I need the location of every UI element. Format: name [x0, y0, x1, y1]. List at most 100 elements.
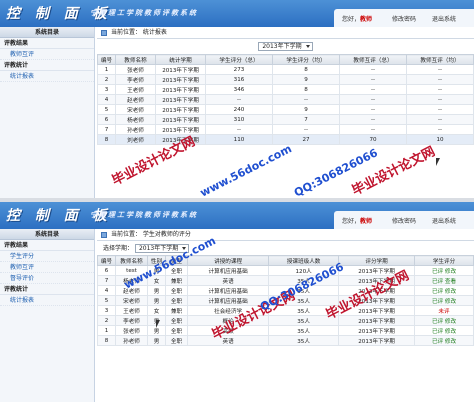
sidebar-item-supervisor[interactable]: 督导评价	[0, 273, 94, 284]
table-row: 8 孙老师男全职 英语 35人 2013年下学期 已评 修改	[97, 335, 474, 346]
col-id-2: 编号	[97, 255, 116, 266]
table-row: 2 李老师男全职 概论 35人 2013年下学期 已评 修改	[97, 315, 474, 326]
table-cell: 2	[97, 74, 116, 85]
sidebar-item-report[interactable]: 统计报表	[0, 71, 94, 82]
rated-action-link[interactable]: 已评 修改	[432, 269, 456, 275]
logout-link[interactable]: 退出系统	[432, 14, 456, 23]
table-cell: --	[406, 74, 474, 85]
select-label: 选择学期：	[103, 245, 134, 252]
table-cell: 7	[272, 114, 340, 125]
table-cell: 4	[97, 285, 116, 296]
sidebar-item-peer-review-2[interactable]: 教师互评	[0, 262, 94, 273]
table-cell: 3	[97, 84, 116, 95]
table-cell: 兼职	[165, 275, 188, 286]
app-header-2: 控 制 面 板 宁夏理工学院教师评教系统 您好，教师 修改密码 退出系统	[0, 202, 474, 229]
rated-action-link[interactable]: 已评 修改	[432, 299, 456, 305]
table-cell: --	[339, 84, 407, 95]
col-student-rating: 学生评分	[414, 255, 474, 266]
table-row: 3 王老师 2013年下学期 346 8 -- --	[97, 84, 474, 95]
table-cell: --	[205, 94, 273, 105]
rated-action-link[interactable]: 已评 查看	[432, 279, 456, 285]
table-row: 7 孙老师 2013年下学期 -- -- -- --	[97, 124, 474, 135]
sidebar-item-peer-review[interactable]: 教师互评	[0, 49, 94, 60]
rating-action[interactable]: 已评 修改	[414, 325, 474, 336]
rating-action[interactable]: 已评 修改	[414, 265, 474, 276]
table-cell: 9	[272, 74, 340, 85]
table-cell: --	[339, 64, 407, 75]
col-peer-total: 教师互评（总）	[339, 54, 407, 65]
sidebar-item-report-2[interactable]: 统计报表	[0, 295, 94, 306]
app-subtitle-2: 宁夏理工学院教师评教系统	[90, 211, 198, 219]
sidebar-item-student-rating[interactable]: 学生评分	[0, 251, 94, 262]
table-cell: 计算机应用基础	[186, 285, 270, 296]
table-cell: 王老师	[115, 305, 148, 316]
table-row: 1 张老师 2013年下学期 273 8 -- --	[97, 64, 474, 75]
table-cell: 1	[97, 64, 116, 75]
user-greeting: 您好，教师	[342, 16, 373, 23]
table-cell: 张老师	[115, 64, 156, 75]
table-cell: --	[272, 124, 340, 135]
table-cell: 2013年下学期	[338, 335, 416, 346]
table-row: 2 李老师 2013年下学期 316 9 -- --	[97, 74, 474, 85]
table-cell: --	[406, 94, 474, 105]
col-class-size: 授课班级人数	[268, 255, 340, 266]
sidebar-group-statistics: 评教统计	[0, 60, 94, 71]
table-cell: 5	[97, 104, 116, 115]
table-cell: --	[339, 114, 407, 125]
change-password-link-2[interactable]: 修改密码	[392, 216, 416, 225]
rating-action[interactable]: 已评 修改	[414, 295, 474, 306]
table-cell: 10	[406, 134, 474, 145]
table-cell: 7	[97, 275, 116, 286]
rating-action[interactable]: 已评 修改	[414, 315, 474, 326]
table-cell: 杨老师	[115, 114, 156, 125]
table-cell: 310	[205, 114, 273, 125]
rated-action-link[interactable]: 已评 修改	[432, 339, 456, 345]
not-rated-link[interactable]: 未评	[438, 309, 449, 315]
table-cell: --	[339, 94, 407, 105]
sidebar-group-results-2: 评教结果	[0, 240, 94, 251]
table-cell: 宋老师	[115, 295, 148, 306]
table-row: 4 赵老师 2013年下学期 -- -- -- --	[97, 94, 474, 105]
sidebar-group-statistics-2: 评教统计	[0, 284, 94, 295]
table-cell: 全职	[165, 325, 188, 336]
rating-action[interactable]: 已评 修改	[414, 335, 474, 346]
table-cell: 全职	[165, 335, 188, 346]
rated-action-link[interactable]: 已评 修改	[432, 329, 456, 335]
student-rating-screen: 控 制 面 板 宁夏理工学院教师评教系统 您好，教师 修改密码 退出系统 系统目…	[0, 202, 474, 402]
table-cell: 男	[147, 295, 166, 306]
table-cell: 计算机应用基础	[186, 265, 270, 276]
rating-action[interactable]: 已评 查看	[414, 275, 474, 286]
breadcrumb: 当前位置： 统计报表	[97, 27, 474, 39]
sidebar-title-2: 系统目录	[0, 229, 94, 240]
rated-action-link[interactable]: 已评 修改	[432, 319, 456, 325]
sidebar-title: 系统目录	[0, 27, 94, 38]
table-cell: 全职	[165, 285, 188, 296]
change-password-link[interactable]: 修改密码	[392, 14, 416, 23]
table-cell: 3	[97, 305, 116, 316]
user-name: 教师	[360, 16, 373, 23]
home-icon-2	[101, 232, 107, 238]
table-cell: 男	[147, 285, 166, 296]
home-icon	[101, 30, 107, 36]
col-peer-avg: 教师互评（均）	[406, 54, 474, 65]
table-cell: 2013年下学期	[155, 94, 206, 105]
report-table: 编号 教师名称 统计学期 学生评分（总） 学生评分（均） 教师互评（总） 教师互…	[97, 54, 474, 145]
user-name-2: 教师	[360, 218, 373, 225]
table-cell: 2013年下学期	[155, 64, 206, 75]
rated-action-link[interactable]: 已评 修改	[432, 289, 456, 295]
rating-action[interactable]: 已评 修改	[414, 285, 474, 296]
rating-action[interactable]: 未评	[414, 305, 474, 316]
table-cell: 8	[272, 84, 340, 95]
table-cell: --	[339, 104, 407, 115]
logout-link-2[interactable]: 退出系统	[432, 216, 456, 225]
semester-select[interactable]: 2013年下学期	[258, 42, 313, 51]
table-cell: 刘老师	[115, 134, 156, 145]
table-cell: 2013年下学期	[155, 104, 206, 115]
table-cell: 273	[205, 64, 273, 75]
table-cell: 兼职	[165, 305, 188, 316]
table-cell: 宋老师	[115, 104, 156, 115]
table-cell: 王老师	[115, 84, 156, 95]
table-cell: 8	[97, 335, 116, 346]
mouse-cursor-icon-2	[156, 320, 160, 328]
table-cell: 2	[97, 315, 116, 326]
